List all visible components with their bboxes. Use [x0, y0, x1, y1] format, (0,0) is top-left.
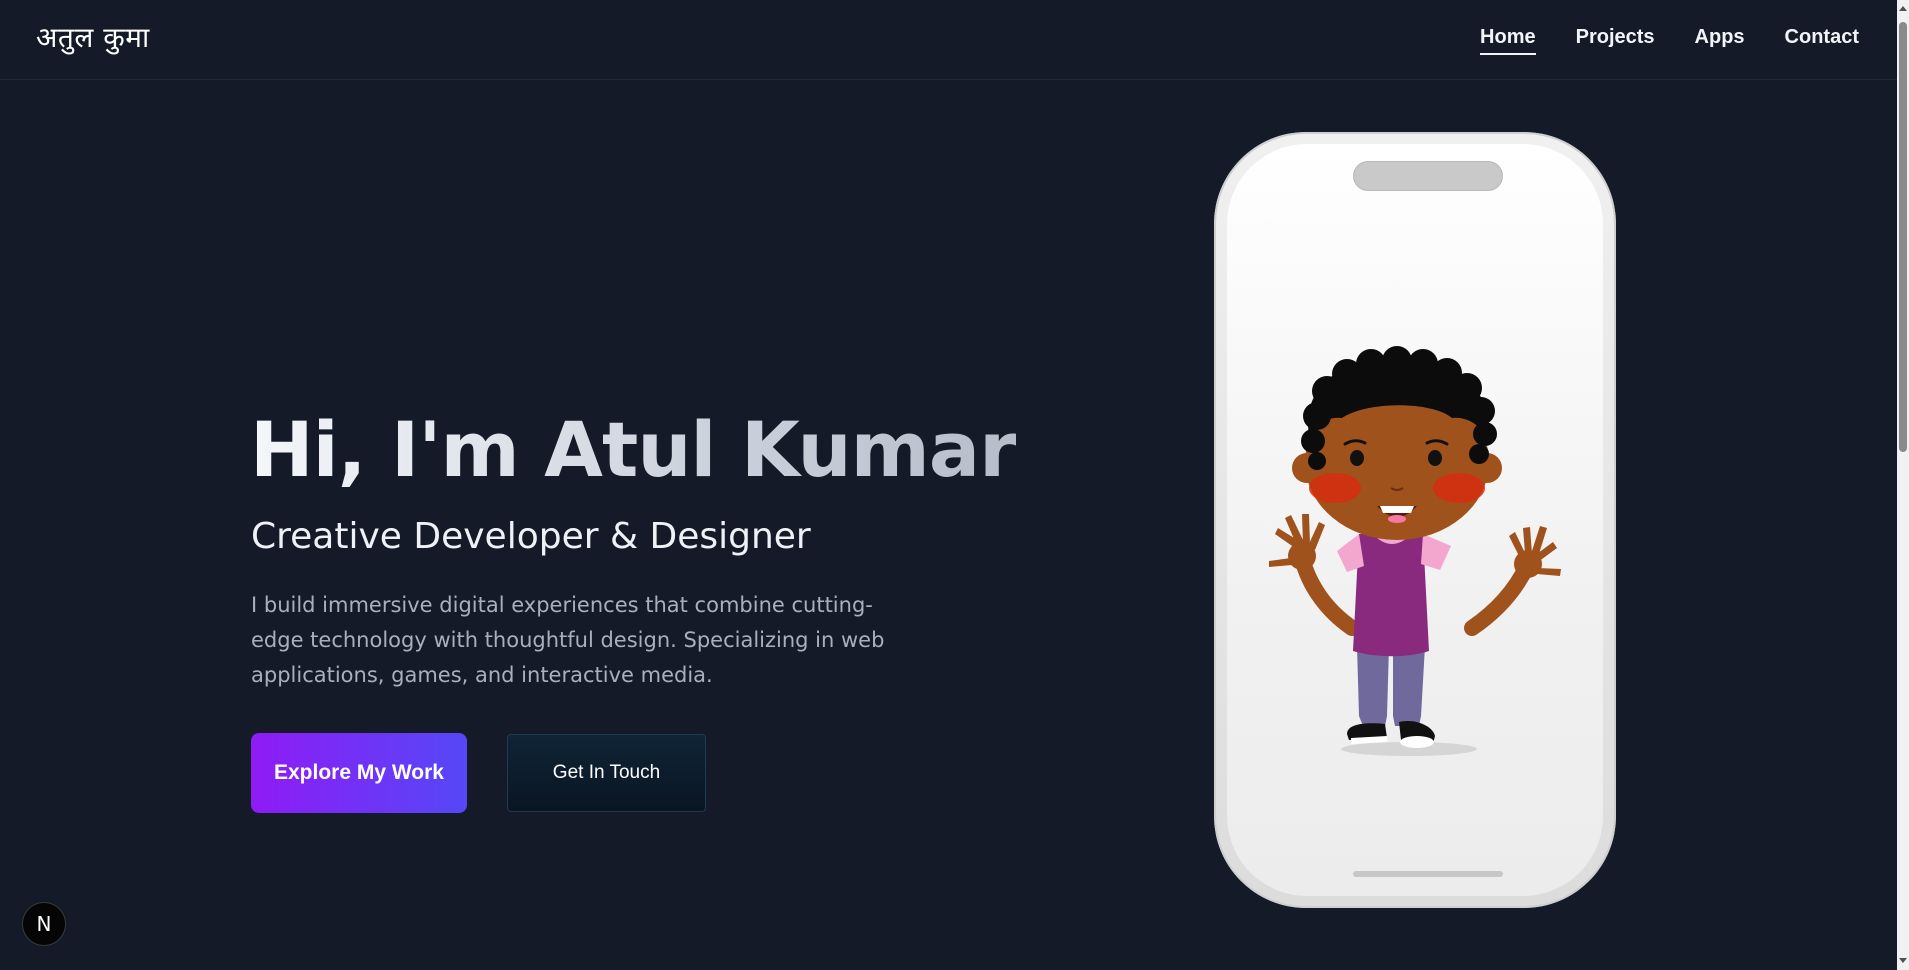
- page-scrollbar[interactable]: [1897, 0, 1909, 970]
- phone-home-indicator: [1353, 871, 1503, 877]
- scroll-up-arrow-icon[interactable]: [1899, 6, 1907, 11]
- main-nav: Home Projects Apps Contact: [1480, 26, 1859, 55]
- waving-boy-illustration: [1269, 346, 1561, 756]
- scrollbar-thumb[interactable]: [1899, 22, 1907, 452]
- phone-notch: [1353, 161, 1503, 191]
- phone-screen: [1227, 144, 1603, 896]
- nav-projects-link[interactable]: Projects: [1576, 26, 1655, 55]
- scroll-down-arrow-icon[interactable]: [1899, 958, 1907, 963]
- site-logo[interactable]: अतुल कुमा: [36, 18, 150, 56]
- page: अतुल कुमा Home Projects Apps Contact Hi,…: [0, 0, 1909, 970]
- hero-subtitle: Creative Developer & Designer: [251, 516, 811, 557]
- hero-title: Hi, I'm Atul Kumar: [250, 405, 1017, 494]
- explore-work-button[interactable]: Explore My Work: [251, 733, 467, 813]
- nav-home-link[interactable]: Home: [1480, 26, 1536, 55]
- nav-contact-link[interactable]: Contact: [1785, 26, 1859, 55]
- site-header: अतुल कुमा Home Projects Apps Contact: [0, 0, 1897, 80]
- hero-description: I build immersive digital experiences th…: [251, 593, 885, 687]
- n-badge[interactable]: N: [22, 902, 66, 946]
- nav-apps-link[interactable]: Apps: [1695, 26, 1745, 55]
- get-in-touch-button[interactable]: Get In Touch: [507, 734, 706, 812]
- phone-mockup: [1214, 132, 1616, 908]
